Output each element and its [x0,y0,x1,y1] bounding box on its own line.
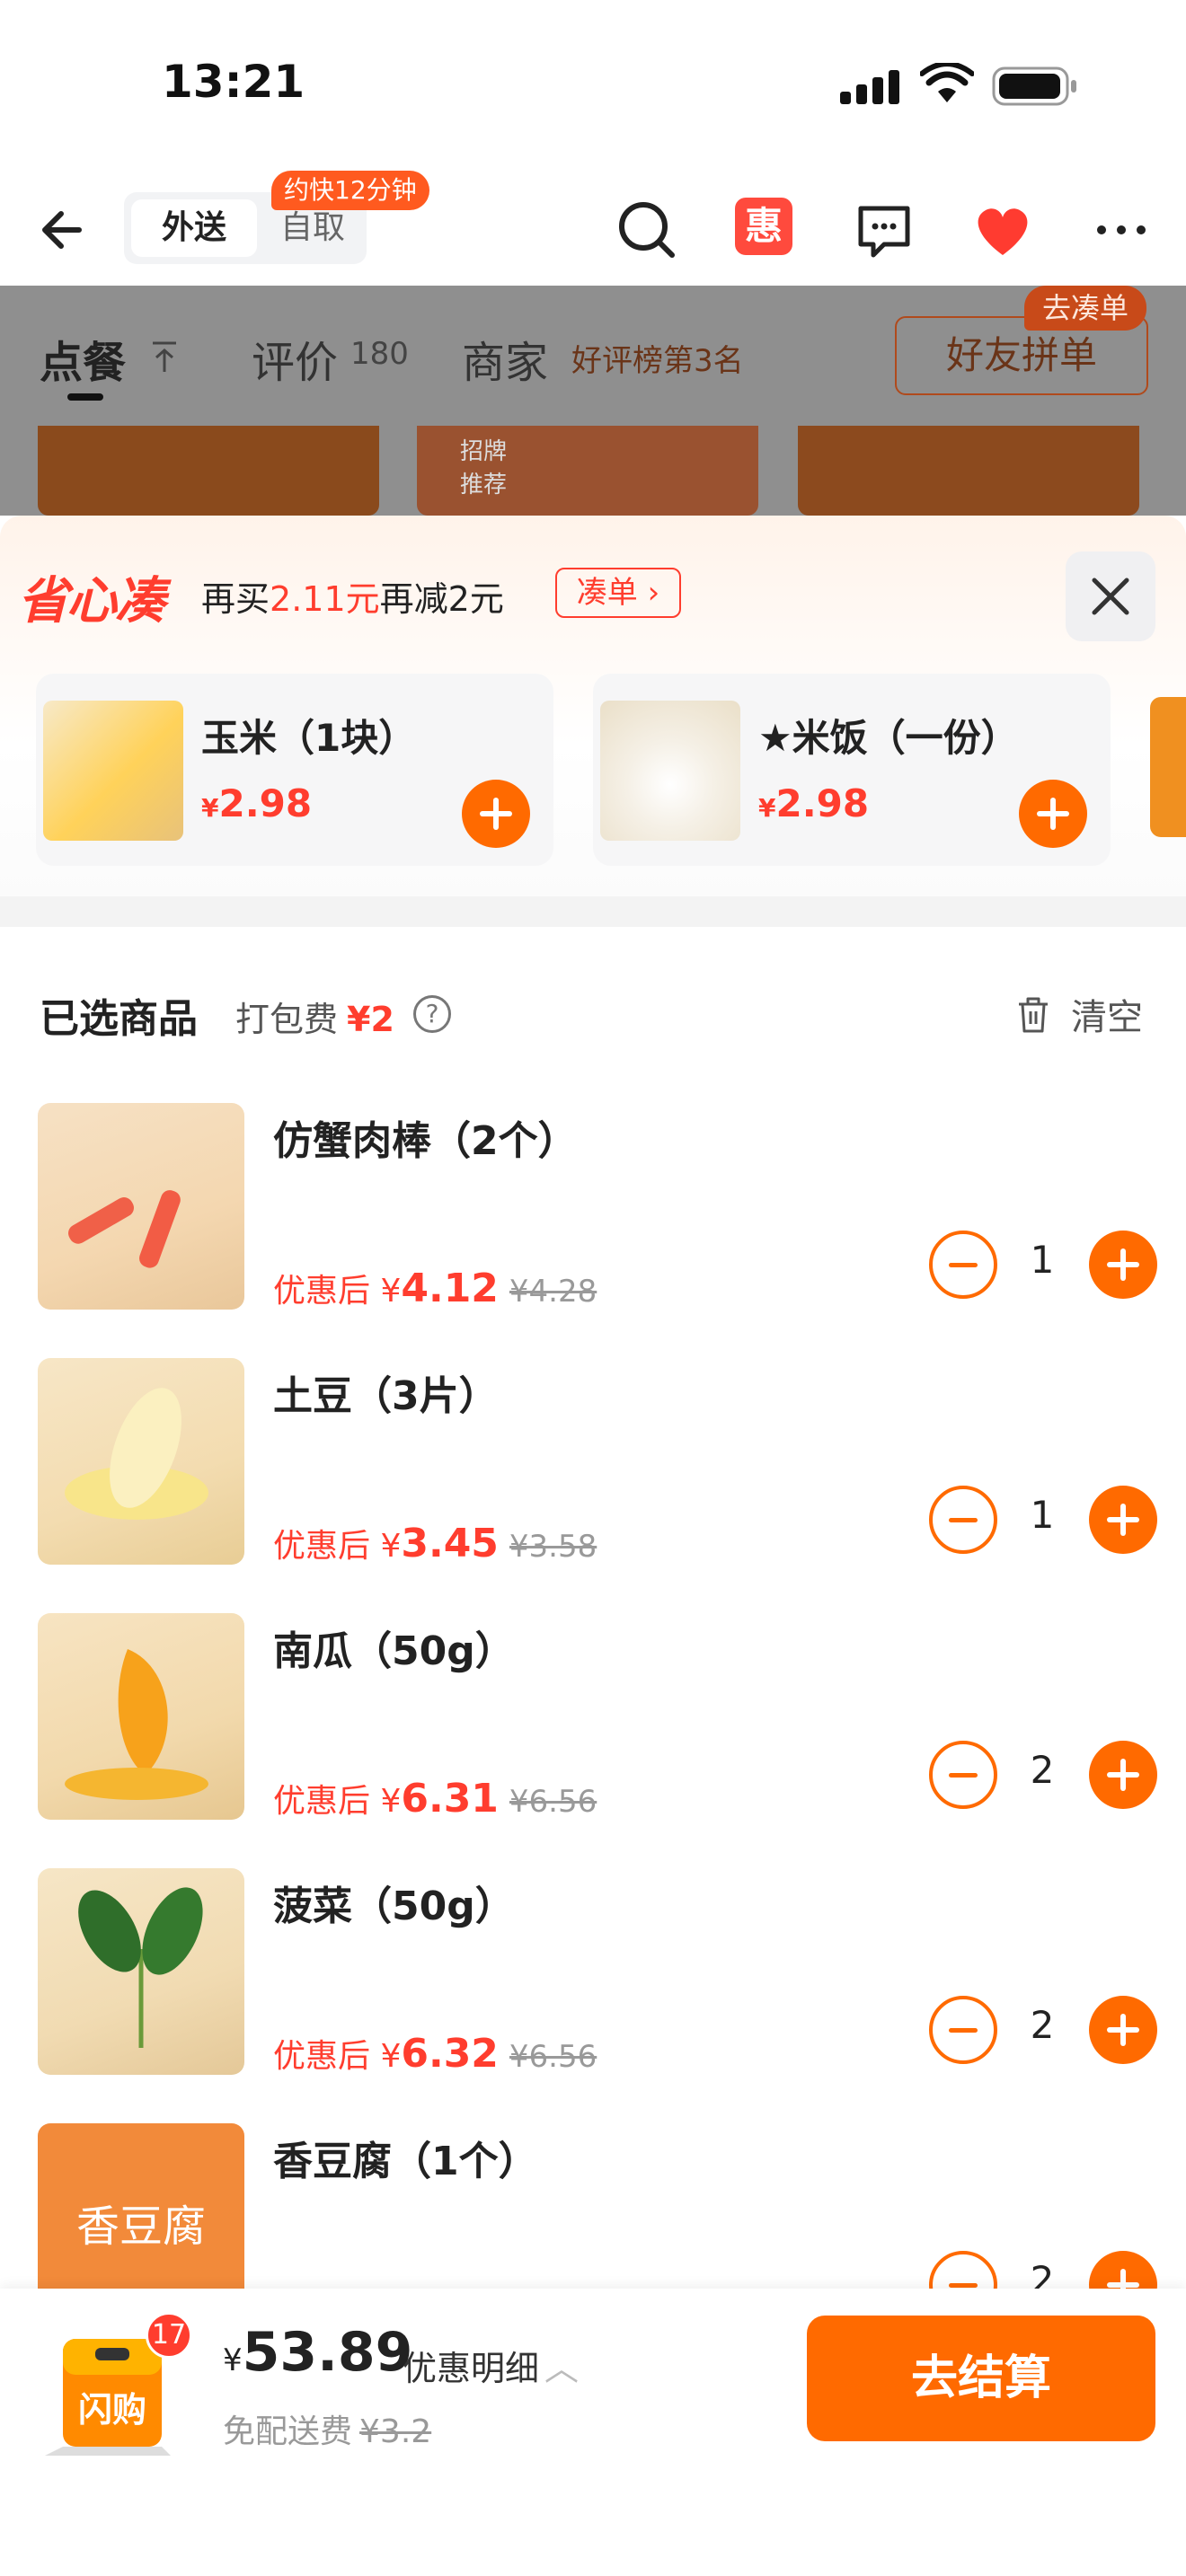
close-button[interactable] [1066,551,1155,641]
search-icon[interactable] [611,194,683,266]
bag-label: 闪购 [78,2390,146,2430]
addon-add-button[interactable] [1019,780,1087,848]
item-price: 优惠后 ¥3.45 ¥3.58 [273,1521,597,1566]
promo-prefix: 再买 [201,579,270,619]
increase-quantity-button[interactable] [1089,1741,1157,1809]
addon-image [600,701,740,841]
section-divider [0,896,1186,927]
promo-message: 再买2.11元再减2元 [201,571,504,621]
favorite-heart-icon[interactable] [967,194,1039,266]
signal-icon [840,70,899,104]
food-banner-1 [38,426,379,516]
addon-card-peek[interactable] [1150,697,1186,837]
addon-name: 玉米（1块） [201,716,417,760]
item-quantity: 1 [1030,1493,1055,1537]
item-name: 香豆腐（1个） [273,2139,538,2184]
status-time: 13:21 [162,56,305,108]
store-tabs-overlay: 点餐 评价 180 商家 好评榜第3名 好友拼单 去凑单 招牌 推荐 [0,286,1186,516]
item-image [38,1868,244,2075]
item-quantity: 1 [1030,1238,1055,1282]
chevron-up-icon: ︿ [544,2349,580,2388]
selected-title: 已选商品 [40,996,198,1042]
promo-section: 省心凑 再买2.11元再减2元 凑单 › 玉米（1块） ¥2.98 ★米饭（一份… [0,516,1186,896]
active-tab-indicator [67,393,103,401]
addon-card[interactable]: 玉米（1块） ¥2.98 [36,674,553,866]
increase-quantity-button[interactable] [1089,1996,1157,2064]
checkout-button[interactable]: 去结算 [807,2316,1155,2441]
item-image [38,1103,244,1310]
cart-item: 南瓜（50g） 优惠后 ¥6.31 ¥6.56 2 [0,1613,1186,1868]
food-banner-3 [798,426,1139,516]
tab-delivery[interactable]: 外送 [131,199,257,257]
banner-text: 招牌 推荐 [460,438,508,498]
reviews-count: 180 [350,336,409,372]
tab-reviews[interactable]: 评价 [252,327,338,390]
more-icon[interactable] [1085,194,1157,266]
cart-sheet: 省心凑 再买2.11元再减2元 凑单 › 玉米（1块） ¥2.98 ★米饭（一份… [0,516,1186,2576]
cart-count-badge: 17 [146,2312,192,2359]
addon-image [43,701,183,841]
cart-item: 菠菜（50g） 优惠后 ¥6.32 ¥6.56 2 [0,1868,1186,2123]
clear-cart-button[interactable]: 清空 [1071,988,1143,1040]
increase-quantity-button[interactable] [1089,1231,1157,1299]
message-icon[interactable] [848,194,920,266]
item-name: 菠菜（50g） [273,1883,515,1929]
brand-logo: 省心凑 [18,572,165,631]
addon-price: ¥2.98 [758,781,870,825]
item-name: 仿蟹肉棒（2个） [273,1118,578,1164]
addon-add-button[interactable] [462,780,530,848]
item-price: 优惠后 ¥6.32 ¥6.56 [273,2031,597,2077]
item-quantity: 2 [1030,2003,1055,2047]
battery-icon [992,66,1076,106]
packing-fee: 打包费 ¥2 [235,1000,394,1039]
discount-detail-link[interactable]: 优惠明细 ︿ [403,2341,579,2390]
promo-suffix: 再减2元 [379,579,504,619]
pin-top-icon [153,341,176,372]
discount-icon[interactable]: 惠 [735,198,792,255]
close-icon [1092,578,1129,615]
wifi-icon [920,63,974,102]
item-price: 优惠后 ¥4.12 ¥4.28 [273,1266,597,1311]
addon-name: ★米饭（一份） [758,716,1019,760]
back-arrow-icon[interactable] [36,203,90,257]
help-icon[interactable]: ? [413,995,451,1033]
item-image [38,1358,244,1565]
go-bubble: 去凑单 [1024,286,1146,331]
item-price: 优惠后 ¥6.31 ¥6.56 [273,1776,597,1822]
total-price: ¥53.89 [223,2321,413,2384]
decrease-quantity-button[interactable] [929,1741,997,1809]
food-banner-2: 招牌 推荐 [417,426,758,516]
shipping-fee: 免配送费 ¥3.2 [223,2413,432,2450]
decrease-quantity-button[interactable] [929,1996,997,2064]
trash-icon[interactable] [1015,995,1051,1035]
increase-quantity-button[interactable] [1089,1486,1157,1554]
addon-price: ¥2.98 [201,781,313,825]
tab-order[interactable]: 点餐 [40,327,126,390]
cart-item: 仿蟹肉棒（2个） 优惠后 ¥4.12 ¥4.28 1 [0,1103,1186,1358]
addon-card[interactable]: ★米饭（一份） ¥2.98 [593,674,1111,866]
cart-item: 土豆（3片） 优惠后 ¥3.45 ¥3.58 1 [0,1358,1186,1613]
tab-merchant[interactable]: 商家 [462,327,548,390]
item-image [38,1613,244,1820]
top-nav: 外送 自取 约快12分钟 惠 [0,171,1186,287]
add-on-button[interactable]: 凑单 › [555,568,681,618]
status-bar: 13:21 [0,0,1186,162]
item-name: 南瓜（50g） [273,1628,515,1674]
merchant-rank: 好评榜第3名 [571,343,744,379]
promo-amount: 2.11元 [270,579,380,619]
eta-badge: 约快12分钟 [271,171,429,210]
decrease-quantity-button[interactable] [929,1231,997,1299]
decrease-quantity-button[interactable] [929,1486,997,1554]
checkout-bar: 闪购 17 ¥53.89 优惠明细 ︿ 免配送费 ¥3.2 去结算 [0,2289,1186,2576]
item-name: 土豆（3片） [273,1373,499,1419]
item-quantity: 2 [1030,1748,1055,1792]
